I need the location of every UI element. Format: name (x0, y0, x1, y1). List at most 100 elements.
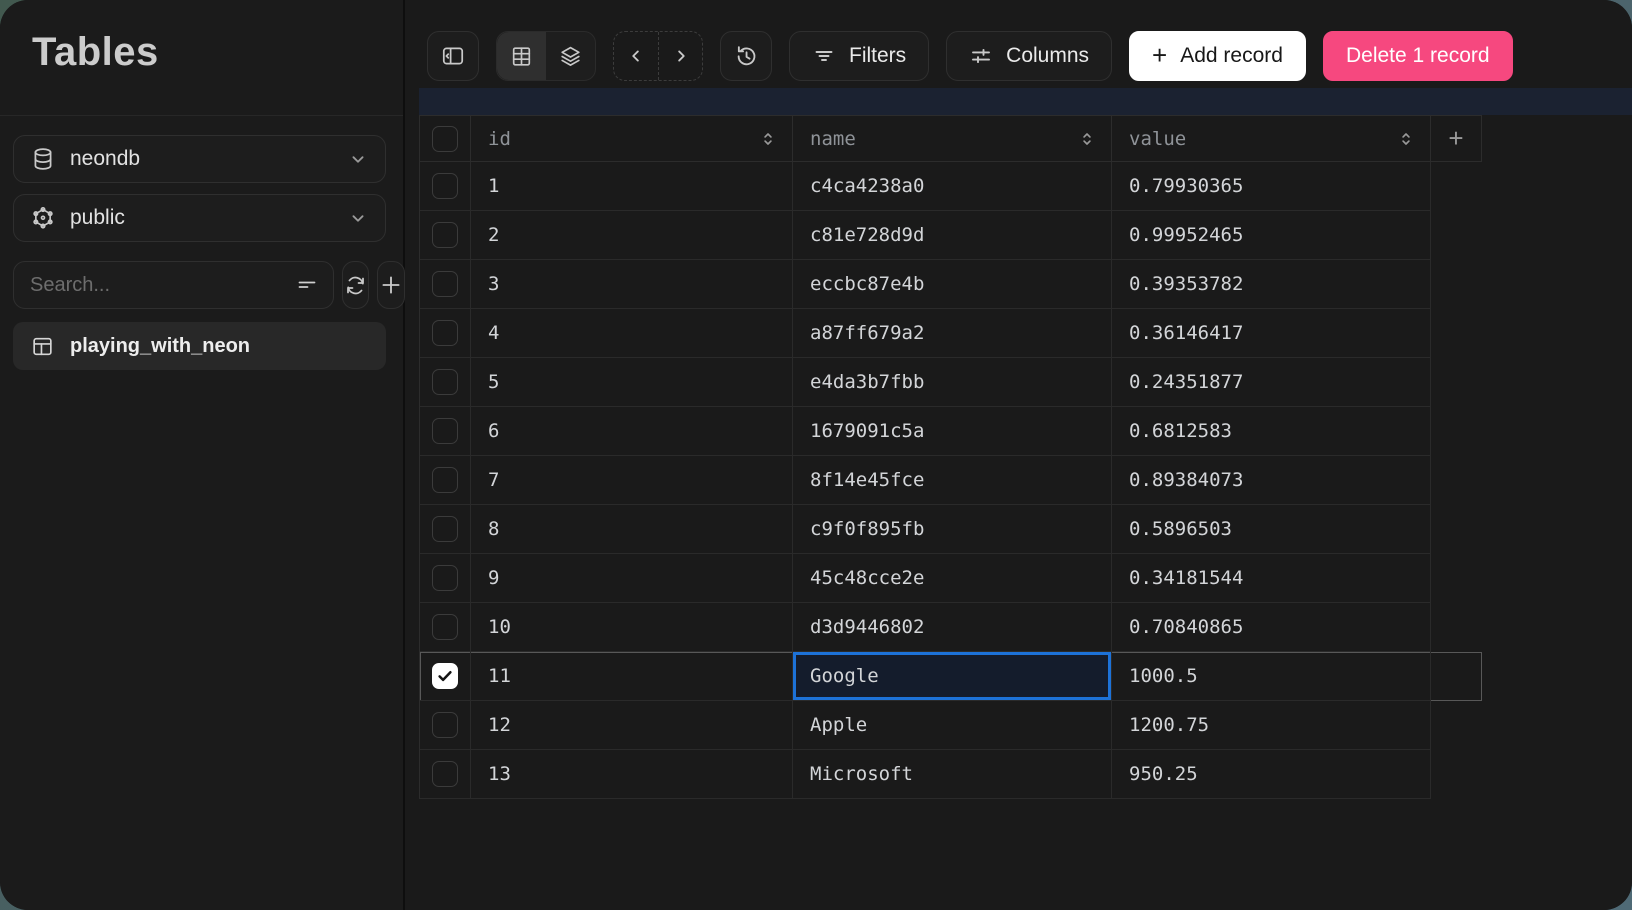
collapse-sidebar-button[interactable] (427, 31, 479, 81)
cell-value[interactable]: 1000.5 (1112, 652, 1431, 701)
cell-value[interactable]: 0.79930365 (1112, 162, 1431, 211)
row-checkbox[interactable] (432, 516, 458, 542)
cell-id[interactable]: 6 (471, 407, 793, 456)
refresh-button[interactable] (342, 261, 369, 309)
search-input[interactable] (30, 274, 295, 297)
cell-name[interactable]: eccbc87e4b (793, 260, 1112, 309)
cell-name[interactable]: Microsoft (793, 750, 1112, 799)
cell-id[interactable]: 5 (471, 358, 793, 407)
cell-value[interactable]: 950.25 (1112, 750, 1431, 799)
row-select-cell[interactable] (420, 211, 471, 260)
sidebar-item-playing_with_neon[interactable]: playing_with_neon (13, 322, 386, 370)
cell-value[interactable]: 0.99952465 (1112, 211, 1431, 260)
next-page-button[interactable] (658, 32, 702, 80)
cell-id[interactable]: 12 (471, 701, 793, 750)
table-row[interactable]: 11 Google 1000.5 (420, 652, 1482, 701)
cell-value[interactable]: 0.36146417 (1112, 309, 1431, 358)
cell-id[interactable]: 13 (471, 750, 793, 799)
cell-name[interactable]: c81e728d9d (793, 211, 1112, 260)
table-row[interactable]: 6 1679091c5a 0.6812583 (420, 407, 1482, 456)
cell-id[interactable]: 2 (471, 211, 793, 260)
cell-value[interactable]: 0.24351877 (1112, 358, 1431, 407)
cell-id[interactable]: 9 (471, 554, 793, 603)
row-select-cell[interactable] (420, 260, 471, 309)
row-checkbox[interactable] (432, 222, 458, 248)
add-table-button[interactable] (377, 261, 405, 309)
cell-value[interactable]: 0.5896503 (1112, 505, 1431, 554)
cell-id[interactable]: 1 (471, 162, 793, 211)
row-checkbox[interactable] (432, 418, 458, 444)
table-row[interactable]: 13 Microsoft 950.25 (420, 750, 1482, 799)
cell-id[interactable]: 3 (471, 260, 793, 309)
column-header-id[interactable]: id (471, 116, 793, 162)
add-column-button[interactable]: + (1431, 116, 1482, 162)
row-select-cell[interactable] (420, 309, 471, 358)
prev-page-button[interactable] (614, 32, 658, 80)
history-button[interactable] (720, 31, 772, 81)
cell-name[interactable]: Apple (793, 701, 1112, 750)
table-row[interactable]: 5 e4da3b7fbb 0.24351877 (420, 358, 1482, 407)
row-select-cell[interactable] (420, 701, 471, 750)
table-row[interactable]: 7 8f14e45fce 0.89384073 (420, 456, 1482, 505)
cell-name[interactable]: e4da3b7fbb (793, 358, 1112, 407)
layers-view-button[interactable] (546, 32, 595, 80)
cell-value[interactable]: 0.39353782 (1112, 260, 1431, 309)
row-checkbox[interactable] (432, 320, 458, 346)
cell-name[interactable]: Google (793, 652, 1112, 701)
cell-value[interactable]: 0.6812583 (1112, 407, 1431, 456)
table-row[interactable]: 9 45c48cce2e 0.34181544 (420, 554, 1482, 603)
cell-value[interactable]: 0.70840865 (1112, 603, 1431, 652)
select-all-checkbox[interactable] (432, 126, 458, 152)
row-select-cell[interactable] (420, 603, 471, 652)
row-checkbox[interactable] (432, 712, 458, 738)
row-select-cell[interactable] (420, 456, 471, 505)
row-checkbox[interactable] (432, 271, 458, 297)
column-header-value[interactable]: value (1112, 116, 1431, 162)
cell-name[interactable]: d3d9446802 (793, 603, 1112, 652)
row-select-cell[interactable] (420, 652, 471, 701)
cell-value[interactable]: 0.34181544 (1112, 554, 1431, 603)
row-select-cell[interactable] (420, 505, 471, 554)
row-select-cell[interactable] (420, 358, 471, 407)
table-row[interactable]: 2 c81e728d9d 0.99952465 (420, 211, 1482, 260)
cell-name[interactable]: 45c48cce2e (793, 554, 1112, 603)
cell-id[interactable]: 7 (471, 456, 793, 505)
row-checkbox[interactable] (432, 565, 458, 591)
cell-name[interactable]: a87ff679a2 (793, 309, 1112, 358)
cell-id[interactable]: 11 (471, 652, 793, 701)
row-checkbox[interactable] (432, 369, 458, 395)
cell-id[interactable]: 10 (471, 603, 793, 652)
table-row[interactable]: 8 c9f0f895fb 0.5896503 (420, 505, 1482, 554)
database-select[interactable]: neondb (13, 135, 386, 183)
cell-name[interactable]: 1679091c5a (793, 407, 1112, 456)
cell-name[interactable]: c9f0f895fb (793, 505, 1112, 554)
cell-value[interactable]: 0.89384073 (1112, 456, 1431, 505)
table-row[interactable]: 3 eccbc87e4b 0.39353782 (420, 260, 1482, 309)
table-row[interactable]: 10 d3d9446802 0.70840865 (420, 603, 1482, 652)
row-select-cell[interactable] (420, 554, 471, 603)
row-checkbox[interactable] (432, 761, 458, 787)
table-row[interactable]: 12 Apple 1200.75 (420, 701, 1482, 750)
row-checkbox[interactable] (432, 614, 458, 640)
cell-id[interactable]: 4 (471, 309, 793, 358)
table-row[interactable]: 4 a87ff679a2 0.36146417 (420, 309, 1482, 358)
row-select-cell[interactable] (420, 162, 471, 211)
row-checkbox[interactable] (432, 663, 458, 689)
cell-name[interactable]: 8f14e45fce (793, 456, 1112, 505)
row-select-cell[interactable] (420, 750, 471, 799)
row-select-cell[interactable] (420, 407, 471, 456)
filters-button[interactable]: Filters (789, 31, 929, 81)
column-header-name[interactable]: name (793, 116, 1112, 162)
schema-select[interactable]: public (13, 194, 386, 242)
cell-value[interactable]: 1200.75 (1112, 701, 1431, 750)
select-all-cell[interactable] (420, 116, 471, 162)
row-checkbox[interactable] (432, 173, 458, 199)
table-view-button[interactable] (497, 32, 546, 80)
delete-records-button[interactable]: Delete 1 record (1323, 31, 1513, 81)
columns-button[interactable]: Columns (946, 31, 1112, 81)
cell-id[interactable]: 8 (471, 505, 793, 554)
add-record-button[interactable]: + Add record (1129, 31, 1306, 81)
table-row[interactable]: 1 c4ca4238a0 0.79930365 (420, 162, 1482, 211)
cell-name[interactable]: c4ca4238a0 (793, 162, 1112, 211)
row-checkbox[interactable] (432, 467, 458, 493)
